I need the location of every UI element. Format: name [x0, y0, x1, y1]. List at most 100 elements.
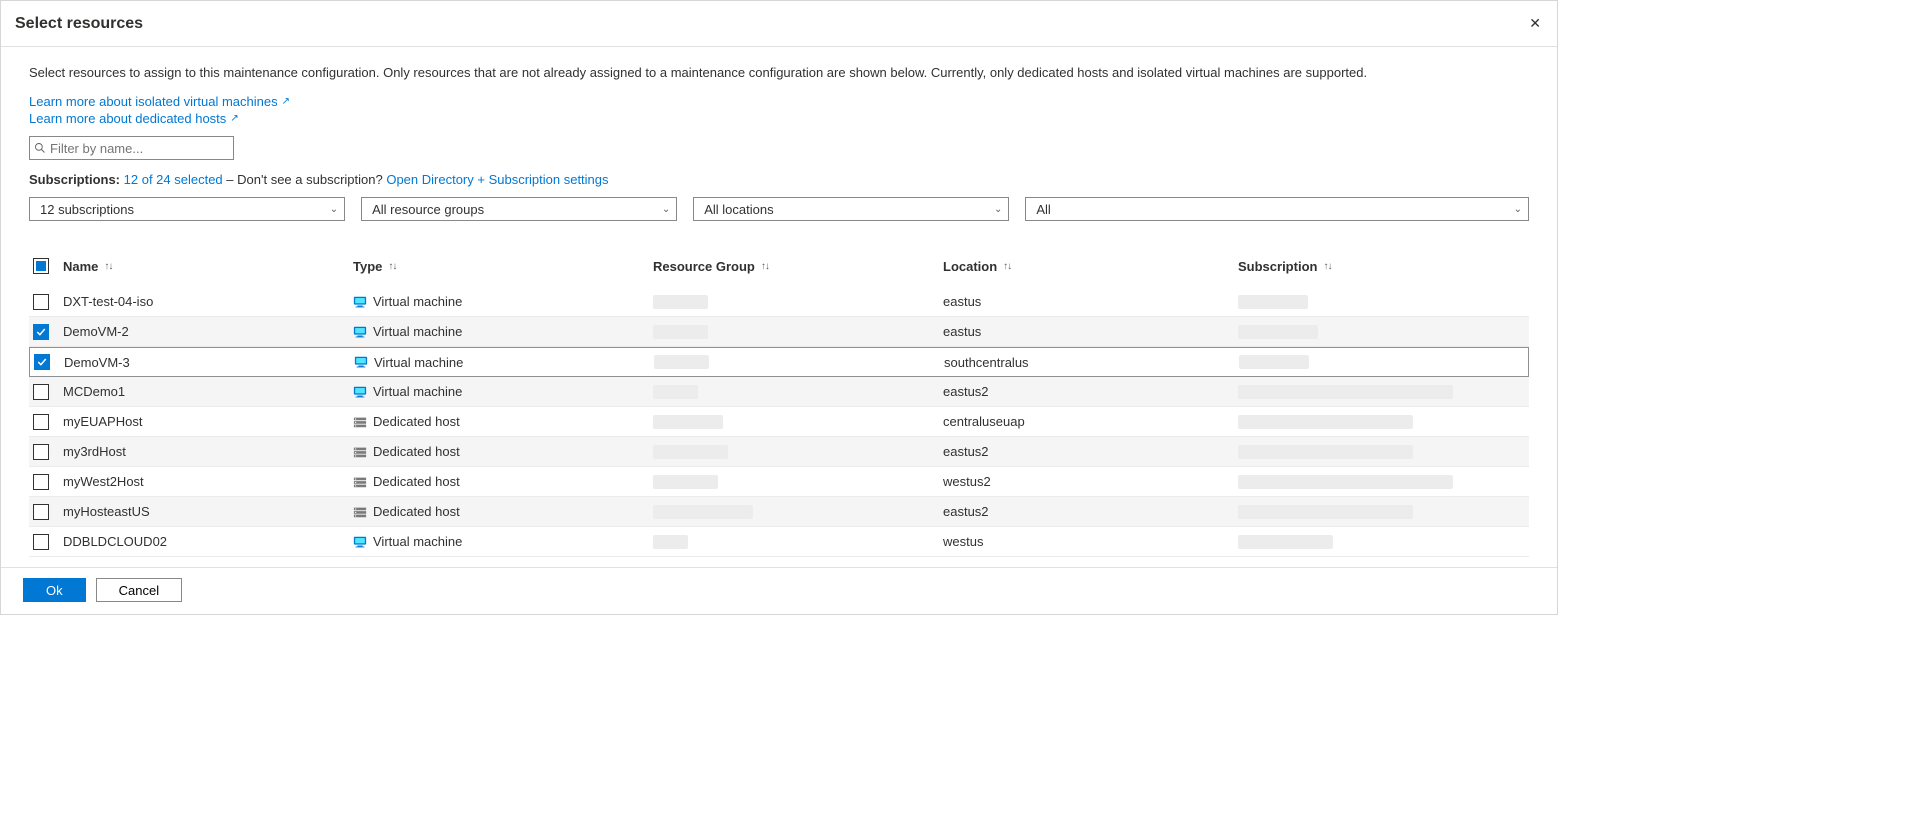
row-type: Dedicated host: [353, 414, 653, 429]
panel-title: Select resources: [15, 15, 143, 33]
link-isolated-vm[interactable]: Learn more about isolated virtual machin…: [29, 94, 290, 109]
row-name: DemoVM-2: [63, 324, 353, 339]
sort-icon: ↑↓: [761, 261, 769, 272]
ok-button[interactable]: Ok: [23, 578, 86, 602]
row-resource-group: [653, 475, 943, 489]
row-location: southcentralus: [944, 355, 1239, 370]
subscriptions-selected-link[interactable]: 12 of 24 selected: [124, 172, 223, 187]
search-icon: [34, 142, 46, 154]
row-name: MCDemo1: [63, 384, 353, 399]
sort-icon: ↑↓: [388, 261, 396, 272]
row-checkbox[interactable]: [33, 294, 49, 310]
dropdown-types[interactable]: All ⌄: [1025, 197, 1529, 221]
link-dedicated-hosts[interactable]: Learn more about dedicated hosts ↗: [29, 111, 239, 126]
filter-input[interactable]: [50, 141, 229, 156]
table-row[interactable]: DemoVM-2Virtual machine eastus: [29, 317, 1529, 347]
row-subscription: [1238, 505, 1528, 519]
row-subscription: [1238, 535, 1528, 549]
row-resource-group: [653, 535, 943, 549]
row-checkbox[interactable]: [33, 504, 49, 520]
row-location: westus2: [943, 474, 1238, 489]
table-row[interactable]: DDBLDCLOUD02Virtual machine westus: [29, 527, 1529, 557]
dropdown-rgs-label: All resource groups: [372, 202, 484, 217]
sort-icon: ↑↓: [104, 261, 112, 272]
table-header-row: Name ↑↓ Type ↑↓ Resource Group ↑↓ Locati…: [29, 251, 1529, 281]
row-subscription: [1239, 355, 1529, 369]
row-location: eastus: [943, 324, 1238, 339]
table-row[interactable]: DemoVM-3Virtual machine southcentralus: [29, 347, 1529, 377]
row-name: myHosteastUS: [63, 504, 353, 519]
sort-icon: ↑↓: [1323, 261, 1331, 272]
row-resource-group: [653, 505, 943, 519]
row-location: eastus: [943, 294, 1238, 309]
row-resource-group: [653, 445, 943, 459]
dropdown-types-label: All: [1036, 202, 1050, 217]
col-subscription[interactable]: Subscription ↑↓: [1238, 259, 1528, 274]
row-type: Virtual machine: [354, 355, 654, 370]
subscriptions-middle-text: – Don't see a subscription?: [226, 172, 386, 187]
cancel-button[interactable]: Cancel: [96, 578, 182, 602]
row-subscription: [1238, 445, 1528, 459]
col-type[interactable]: Type ↑↓: [353, 259, 653, 274]
table-row[interactable]: MCDemo1Virtual machine eastus2: [29, 377, 1529, 407]
panel-header: Select resources ✕: [1, 1, 1557, 47]
dropdown-locations[interactable]: All locations ⌄: [693, 197, 1009, 221]
row-checkbox[interactable]: [33, 474, 49, 490]
row-type: Dedicated host: [353, 444, 653, 459]
row-checkbox[interactable]: [33, 414, 49, 430]
row-checkbox[interactable]: [33, 324, 49, 340]
col-name[interactable]: Name ↑↓: [63, 259, 353, 274]
table-row[interactable]: myWest2HostDedicated host westus2: [29, 467, 1529, 497]
row-subscription: [1238, 475, 1528, 489]
filter-input-wrapper[interactable]: [29, 136, 234, 160]
col-resource-group[interactable]: Resource Group ↑↓: [653, 259, 943, 274]
row-subscription: [1238, 325, 1528, 339]
row-location: eastus2: [943, 384, 1238, 399]
chevron-down-icon: ⌄: [662, 204, 670, 215]
table-row[interactable]: myHosteastUSDedicated host eastus2: [29, 497, 1529, 527]
row-resource-group: [654, 355, 944, 369]
external-link-icon: ↗: [282, 96, 290, 107]
row-type: Virtual machine: [353, 384, 653, 399]
row-location: westus: [943, 534, 1238, 549]
open-directory-settings-link[interactable]: Open Directory + Subscription settings: [386, 172, 608, 187]
row-name: DemoVM-3: [64, 355, 354, 370]
dropdown-resource-groups[interactable]: All resource groups ⌄: [361, 197, 677, 221]
row-resource-group: [653, 295, 943, 309]
row-subscription: [1238, 415, 1528, 429]
link-isolated-vm-label: Learn more about isolated virtual machin…: [29, 94, 278, 109]
row-name: DDBLDCLOUD02: [63, 534, 353, 549]
row-location: eastus2: [943, 504, 1238, 519]
table-row[interactable]: myEUAPHostDedicated host centraluseuap: [29, 407, 1529, 437]
row-name: my3rdHost: [63, 444, 353, 459]
chevron-down-icon: ⌄: [1514, 204, 1522, 215]
external-link-icon: ↗: [230, 113, 238, 124]
row-checkbox[interactable]: [33, 534, 49, 550]
row-checkbox[interactable]: [33, 384, 49, 400]
table-row[interactable]: DXT-test-04-isoVirtual machineeastus: [29, 287, 1529, 317]
row-resource-group: [653, 385, 943, 399]
resources-table: Name ↑↓ Type ↑↓ Resource Group ↑↓ Locati…: [29, 251, 1529, 557]
link-dedicated-hosts-label: Learn more about dedicated hosts: [29, 111, 226, 126]
select-all-checkbox[interactable]: [33, 258, 49, 274]
dropdown-subscriptions[interactable]: 12 subscriptions ⌄: [29, 197, 345, 221]
row-resource-group: [653, 325, 943, 339]
row-type: Virtual machine: [353, 534, 653, 549]
row-type: Dedicated host: [353, 504, 653, 519]
close-icon[interactable]: ✕: [1525, 11, 1545, 36]
row-checkbox[interactable]: [33, 444, 49, 460]
row-location: eastus2: [943, 444, 1238, 459]
row-type: Virtual machine: [353, 324, 653, 339]
row-type: Virtual machine: [353, 294, 653, 309]
col-location[interactable]: Location ↑↓: [943, 259, 1238, 274]
row-name: myEUAPHost: [63, 414, 353, 429]
row-location: centraluseuap: [943, 414, 1238, 429]
dropdown-subscriptions-label: 12 subscriptions: [40, 202, 134, 217]
row-name: myWest2Host: [63, 474, 353, 489]
dropdown-locations-label: All locations: [704, 202, 773, 217]
select-resources-panel: Select resources ✕ Select resources to a…: [0, 0, 1558, 615]
row-resource-group: [653, 415, 943, 429]
table-row[interactable]: my3rdHostDedicated host eastus2: [29, 437, 1529, 467]
row-checkbox[interactable]: [34, 354, 50, 370]
row-type: Dedicated host: [353, 474, 653, 489]
